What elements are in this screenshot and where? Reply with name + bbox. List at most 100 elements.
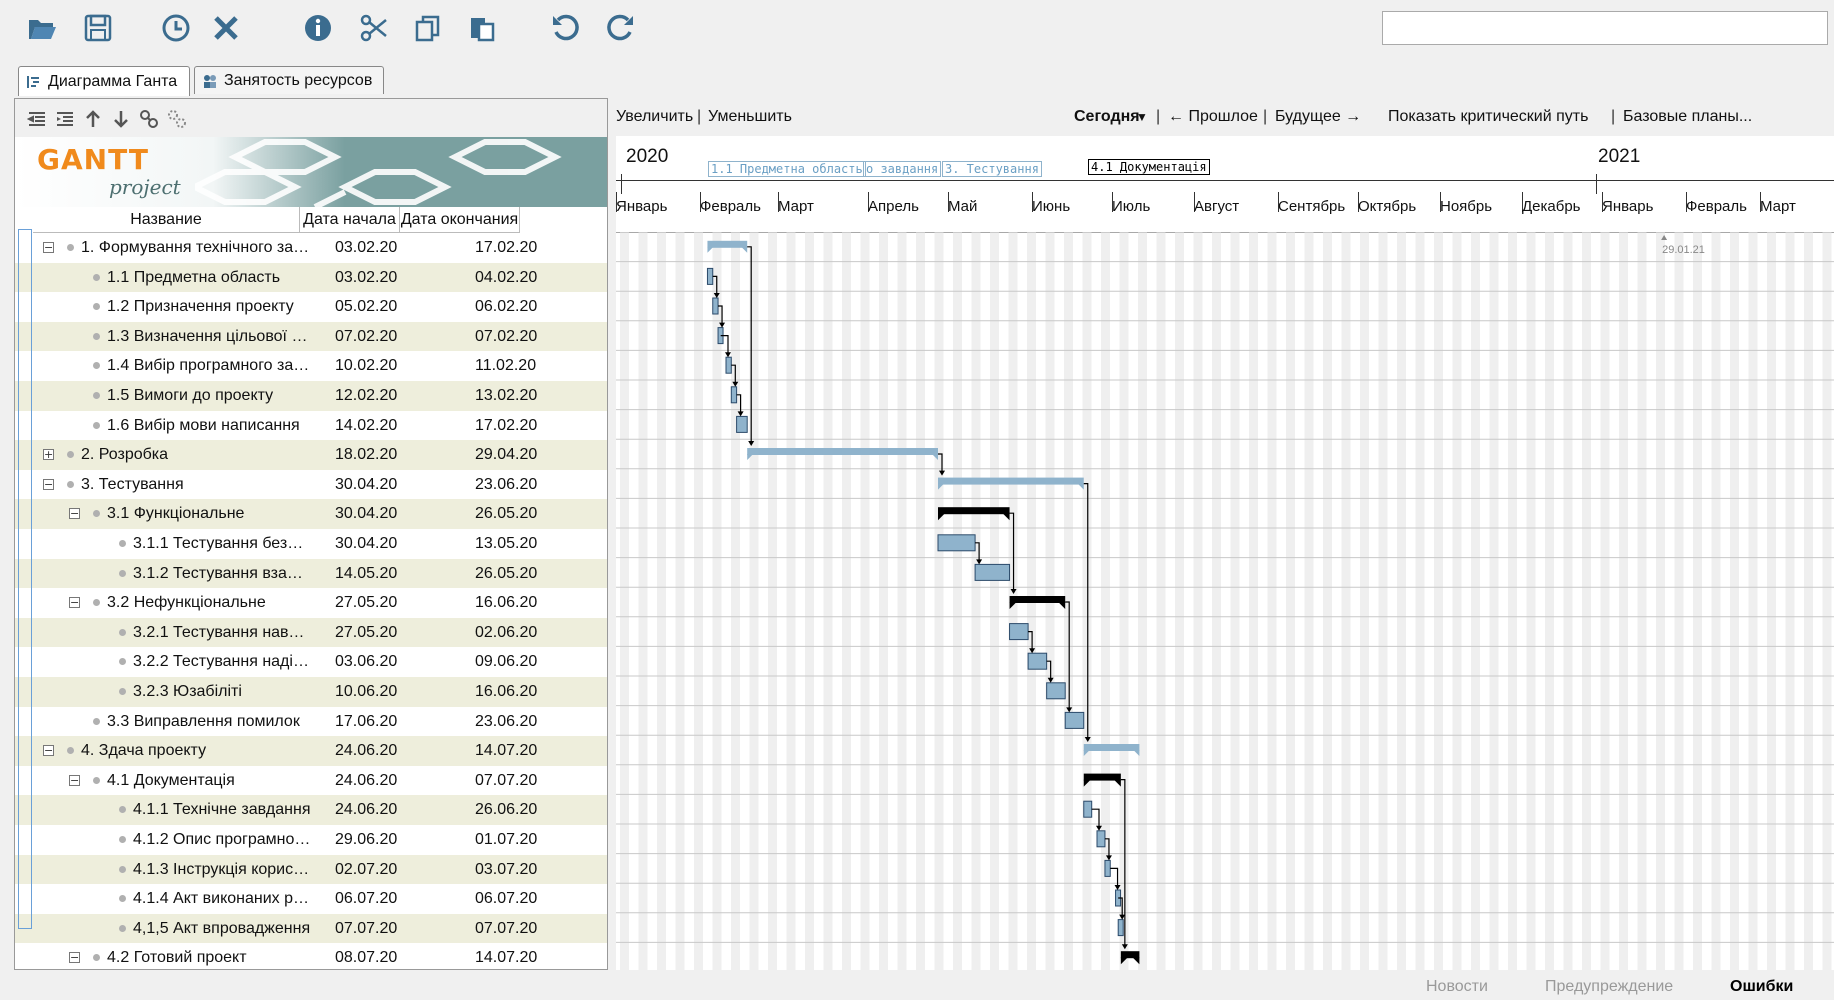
outdent-icon[interactable] <box>25 107 49 131</box>
critical-path-link[interactable]: Показать критический путь <box>1388 108 1588 126</box>
clock-icon[interactable] <box>158 10 194 46</box>
timeline-highlight-label: 4.1 Документація <box>1088 159 1210 175</box>
task-row[interactable]: − 4.2 Готовий проект 08.07.20 14.07.20 <box>15 943 607 969</box>
collapse-icon[interactable]: − <box>43 478 54 490</box>
task-bullet-icon <box>93 303 100 311</box>
task-row[interactable]: 1.3 Визначення цільової ау... 07.02.20 07.… <box>15 321 607 352</box>
task-bullet-icon <box>93 954 100 962</box>
task-row[interactable]: 4.1.4 Акт виконаних ро... 06.07.20 06.07.2… <box>15 884 607 914</box>
expand-icon[interactable]: + <box>43 449 54 461</box>
past-button[interactable]: ← Прошлое <box>1168 108 1258 126</box>
task-row[interactable]: +2. Розробка 18.02.20 29.04.20 <box>15 440 607 470</box>
scissors-icon[interactable] <box>356 10 392 46</box>
task-row[interactable]: − 4. Здача проекту 24.06.20 14.07.20 <box>15 736 607 766</box>
task-end-date: 16.06.20 <box>475 683 538 700</box>
move-up-icon[interactable] <box>81 107 105 131</box>
save-icon[interactable] <box>80 10 116 46</box>
task-row[interactable]: 3.1.1 Тестування безпеки 30.04.20 13.05.20 <box>15 529 607 559</box>
info-icon[interactable] <box>300 10 336 46</box>
task-bullet-icon <box>93 510 100 518</box>
task-name: 3.2.1 Тестування навант... <box>133 623 311 641</box>
task-row[interactable]: 4.1.3 Інструкція корист... 02.07.20 03.07.… <box>15 854 607 885</box>
undo-icon[interactable] <box>548 10 584 46</box>
task-row[interactable]: 1.2 Призначення проекту 05.02.20 06.02.20 <box>15 292 607 322</box>
task-start-date: 27.05.20 <box>335 594 398 612</box>
task-row[interactable]: 1.1 Предметна область 03.02.20 04.02.20 <box>15 262 607 293</box>
collapse-icon[interactable]: − <box>69 774 80 786</box>
task-row[interactable]: 3.2.3 Юзабіліті 10.06.20 16.06.20 <box>15 677 607 707</box>
task-bar <box>1027 652 1048 670</box>
task-end-date: 29.04.20 <box>475 446 538 464</box>
task-bullet-icon <box>67 480 74 488</box>
task-end-date: 26.06.20 <box>475 801 538 819</box>
task-start-date: 24.06.20 <box>335 771 398 789</box>
tab-label: Диаграмма Ганта <box>48 72 178 90</box>
collapse-icon[interactable]: − <box>69 952 80 964</box>
collapse-icon[interactable]: − <box>43 745 54 757</box>
column-header-end[interactable]: Дата окончания <box>400 207 520 233</box>
tab-gantt-chart[interactable]: Диаграмма Ганта <box>18 66 190 96</box>
link-icon[interactable] <box>137 107 161 131</box>
gantt-chart-area[interactable]: 29.01.21 <box>616 232 1834 970</box>
task-bullet-icon <box>119 569 126 577</box>
task-row[interactable]: − 3.2 Нефункціональне 27.05.20 16.06.20 <box>15 588 607 618</box>
logo-main: GANTT <box>37 143 149 176</box>
column-header-start[interactable]: Дата начала <box>300 207 400 233</box>
task-bar <box>706 267 714 285</box>
task-bullet-icon <box>67 244 74 251</box>
task-start-date: 03.06.20 <box>335 653 398 671</box>
task-row[interactable]: 3.1.2 Тестування взаєм... 14.05.20 26.05.2… <box>15 558 607 589</box>
task-row[interactable]: − 1. Формування технічного зав... 03.02.20… <box>15 233 607 263</box>
copy-icon[interactable] <box>410 10 446 46</box>
task-end-date: 14.07.20 <box>475 949 538 967</box>
column-header-name[interactable]: Название <box>33 207 300 233</box>
collapse-icon[interactable]: − <box>43 242 54 253</box>
today-dropdown-icon[interactable]: ▼ <box>1136 110 1148 124</box>
collapse-icon[interactable]: − <box>69 597 80 609</box>
summary-bar <box>1083 744 1140 751</box>
baselines-link[interactable]: Базовые планы... <box>1623 108 1752 126</box>
move-down-icon[interactable] <box>109 107 133 131</box>
task-row[interactable]: 3.2.1 Тестування навант... 27.05.20 02.06.… <box>15 617 607 648</box>
task-row[interactable]: − 3.1 Функціональне 30.04.20 26.05.20 <box>15 499 607 529</box>
close-icon[interactable] <box>208 10 244 46</box>
future-button[interactable]: Будущее → <box>1275 108 1361 126</box>
task-end-date: 07.07.20 <box>475 771 538 789</box>
task-row[interactable]: 4.1.1 Технічне завдання 24.06.20 26.06.20 <box>15 795 607 825</box>
redo-icon[interactable] <box>602 10 638 46</box>
month-label: Февраль <box>1686 198 1747 215</box>
task-row[interactable]: 1.4 Вибір програмного заб... 10.02.20 11.0… <box>15 351 607 381</box>
indent-icon[interactable] <box>53 107 77 131</box>
task-name: 3.2 Нефункціональне <box>107 594 266 612</box>
unlink-icon[interactable] <box>165 107 189 131</box>
task-row[interactable]: 4,1,5 Акт впровадження 07.07.20 07.07.20 <box>15 913 607 944</box>
task-row[interactable]: − 4.1 Документація 24.06.20 07.07.20 <box>15 766 607 796</box>
task-row[interactable]: 1.5 Вимоги до проекту 12.02.20 13.02.20 <box>15 381 607 411</box>
month-label: Сентябрь <box>1278 198 1346 215</box>
task-row[interactable]: 3.2.2 Тестування надійн... 03.06.20 09.06.… <box>15 647 607 677</box>
task-bullet-icon <box>119 628 126 636</box>
errors-tab[interactable]: Ошибки <box>1730 978 1793 996</box>
warning-tab[interactable]: Предупреждение <box>1545 978 1673 996</box>
collapse-icon[interactable]: − <box>69 508 80 520</box>
task-bullet-icon <box>93 273 100 281</box>
task-row[interactable]: 1.6 Вибір мови написання 14.02.20 17.02.20 <box>15 411 607 441</box>
task-bullet-icon <box>93 599 100 607</box>
task-row[interactable]: 3.3 Виправлення помилок 17.06.20 23.06.20 <box>15 707 607 737</box>
zoom-in-link[interactable]: Увеличить <box>616 108 693 126</box>
task-name: 3.1 Функціональне <box>107 505 245 523</box>
task-start-date: 24.06.20 <box>335 742 398 760</box>
news-tab[interactable]: Новости <box>1426 978 1488 996</box>
month-label: Февраль <box>700 198 761 215</box>
zoom-out-link[interactable]: Уменьшить <box>708 108 792 126</box>
open-icon[interactable] <box>24 10 60 46</box>
task-row[interactable]: 4.1.2 Опис програмног... 29.06.20 01.07.20 <box>15 825 607 855</box>
paste-icon[interactable] <box>464 10 500 46</box>
task-name: 1.3 Визначення цільової ау... <box>107 327 311 345</box>
search-input[interactable] <box>1382 11 1828 45</box>
today-button[interactable]: Сегодня <box>1074 108 1140 126</box>
task-bar <box>937 534 976 552</box>
task-table-scrollbar[interactable] <box>18 229 32 929</box>
task-row[interactable]: − 3. Тестування 30.04.20 23.06.20 <box>15 470 607 500</box>
tab-resource-load[interactable]: Занятость ресурсов <box>194 66 384 94</box>
